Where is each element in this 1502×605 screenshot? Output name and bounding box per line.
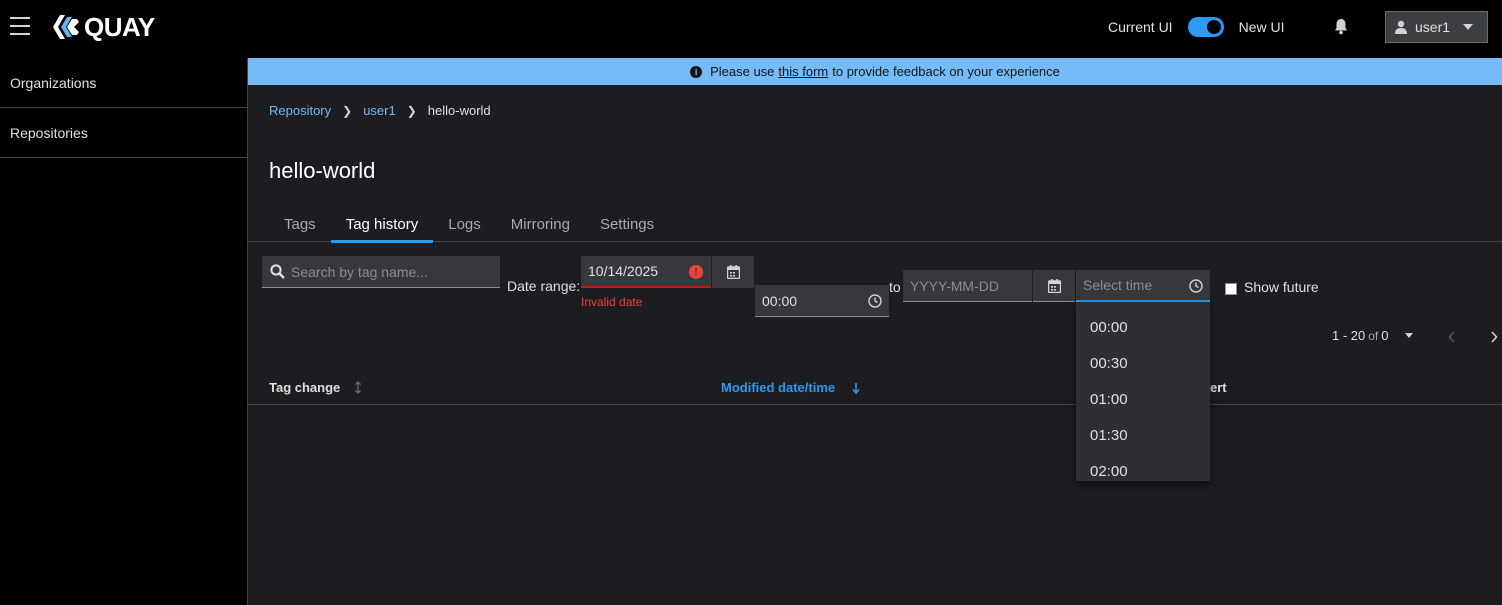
chevron-down-icon (1463, 24, 1473, 30)
date-range-label: Date range: (507, 278, 581, 294)
column-label: Modified date/time (721, 380, 836, 395)
ui-toggle-switch[interactable] (1187, 17, 1224, 37)
start-calendar-button[interactable] (712, 256, 754, 288)
pagination-range: 1 - 20 (1332, 328, 1366, 343)
ui-toggle[interactable]: Current UI New UI (1108, 17, 1284, 37)
end-date-placeholder: YYYY-MM-DD (910, 277, 999, 294)
username: user1 (1415, 19, 1451, 35)
info-icon: i (690, 65, 703, 78)
sidebar: Organizations Repositories (0, 58, 248, 605)
date-error-message: Invalid date (581, 295, 643, 309)
bell-icon[interactable] (1333, 18, 1349, 40)
current-ui-label: Current UI (1108, 19, 1173, 35)
calendar-icon (726, 265, 740, 279)
end-calendar-button[interactable] (1033, 270, 1075, 302)
next-page-icon[interactable] (1490, 330, 1498, 348)
end-time-placeholder: Select time (1083, 277, 1153, 293)
start-time-input[interactable]: 00:00 (755, 285, 889, 317)
sort-down-icon (852, 382, 860, 394)
show-future-label: Show future (1244, 279, 1319, 295)
sidebar-item-repositories[interactable]: Repositories (0, 108, 247, 158)
search-icon (270, 264, 285, 279)
time-option[interactable]: 00:00 (1076, 309, 1210, 345)
breadcrumb-repository[interactable]: Repository (269, 103, 331, 118)
to-label: to (889, 279, 901, 295)
search-input[interactable] (291, 263, 491, 280)
time-option[interactable]: 00:30 (1076, 345, 1210, 381)
tag-history-table-header: Tag change Modified date/time ert (248, 370, 1502, 405)
tab-tags[interactable]: Tags (269, 206, 331, 242)
quay-logo[interactable]: QUAY (51, 12, 155, 42)
end-date-input[interactable]: YYYY-MM-DD (903, 270, 1032, 302)
start-date-input[interactable]: 10/14/2025 ! (581, 256, 711, 288)
breadcrumb-namespace[interactable]: user1 (363, 103, 396, 118)
calendar-icon (1047, 278, 1061, 293)
start-time-value: 00:00 (762, 292, 798, 309)
pagination-of: of (1368, 328, 1379, 343)
repository-tabs: Tags Tag history Logs Mirroring Settings (248, 206, 1502, 243)
page-title: hello-world (269, 158, 376, 183)
sidebar-item-organizations[interactable]: Organizations (0, 58, 247, 108)
time-option[interactable]: 02:00 (1076, 453, 1210, 481)
user-icon (1395, 20, 1407, 34)
quay-logo-icon (53, 15, 79, 39)
error-icon: ! (689, 265, 703, 279)
feedback-banner: i Please use this form to provide feedba… (248, 58, 1502, 85)
column-modified-date[interactable]: Modified date/time (721, 380, 860, 395)
new-ui-label: New UI (1238, 19, 1285, 35)
column-label: Tag change (269, 380, 341, 395)
column-tag-change[interactable]: Tag change (269, 380, 362, 395)
chevron-right-icon: ❯ (406, 103, 417, 118)
time-option[interactable]: 01:00 (1076, 381, 1210, 417)
feedback-form-link[interactable]: this form (778, 64, 828, 79)
user-menu-toggle[interactable]: user1 (1385, 11, 1488, 43)
tag-search (262, 256, 500, 288)
sort-icon (355, 381, 362, 394)
tab-logs[interactable]: Logs (433, 206, 496, 242)
time-picker-menu: 00:00 00:30 01:00 01:30 02:00 (1076, 302, 1210, 481)
per-page-toggle-icon[interactable] (1404, 333, 1413, 338)
tab-tag-history[interactable]: Tag history (330, 206, 434, 243)
pagination: 1 - 20 of 0 (1332, 328, 1413, 343)
tab-settings[interactable]: Settings (585, 206, 669, 242)
banner-prefix: Please use (710, 64, 775, 79)
column-label: ert (1210, 380, 1227, 395)
hamburger-menu-icon[interactable] (10, 17, 30, 35)
chevron-right-icon: ❯ (342, 103, 353, 118)
logo-text: QUAY (84, 11, 155, 42)
breadcrumb-current: hello-world (427, 103, 491, 118)
previous-page-icon[interactable] (1448, 330, 1456, 348)
banner-suffix: to provide feedback on your experience (832, 64, 1060, 79)
time-option[interactable]: 01:30 (1076, 417, 1210, 453)
masthead: QUAY Current UI New UI user1 (0, 0, 1502, 58)
tab-mirroring[interactable]: Mirroring (496, 206, 585, 242)
clock-icon (868, 294, 882, 308)
start-date-value: 10/14/2025 (588, 263, 659, 279)
end-time-input[interactable]: Select time (1076, 270, 1210, 302)
checkbox[interactable] (1225, 283, 1237, 295)
pagination-total: 0 (1381, 328, 1389, 343)
clock-icon (1189, 279, 1203, 293)
show-future-checkbox[interactable]: Show future (1225, 279, 1319, 295)
column-revert: ert (1210, 380, 1227, 395)
breadcrumb: Repository ❯ user1 ❯ hello-world (269, 103, 491, 118)
